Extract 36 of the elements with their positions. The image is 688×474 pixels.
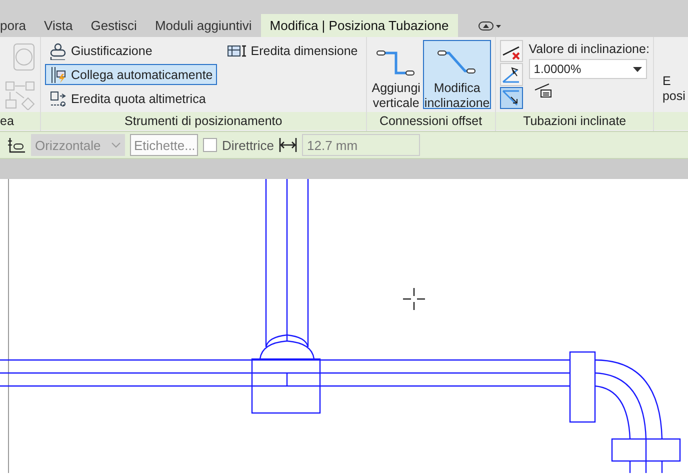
panel-label: Strumenti di posizionamento (41, 112, 366, 130)
ribbon-tab[interactable]: Moduli aggiuntivi (146, 14, 261, 37)
slope-value-label: Valore di inclinazione: (528, 42, 650, 56)
diameter-icon (279, 137, 298, 153)
elevation-tool-icon (49, 90, 67, 108)
dropdown-arrow-icon (632, 66, 642, 72)
ribbon-toggle-icon (478, 20, 502, 32)
tool-button[interactable]: Collega automaticamente (45, 64, 217, 85)
autoconnect-tool-icon (49, 66, 67, 84)
slope-up-button[interactable] (500, 63, 523, 86)
diameter-field[interactable]: 12.7 mm (302, 134, 420, 156)
tool-button[interactable]: Eredita quota altimetrica (45, 88, 217, 109)
large-tool-button[interactable]: Aggiungi verticale (370, 40, 422, 109)
panel-label: Tubazioni inclinate (496, 112, 654, 130)
leader-checkbox[interactable] (203, 138, 217, 152)
cut-button-label[interactable]: E posi (658, 40, 686, 109)
justify-tool-icon (49, 42, 67, 60)
no-slope-button[interactable] (500, 40, 523, 62)
slope-value-dropdown[interactable]: 1.0000% (528, 59, 647, 79)
slope-down-button[interactable] (500, 86, 523, 109)
chevron-down-icon (111, 142, 121, 148)
tag-field[interactable]: Etichette... (130, 134, 198, 156)
ribbon-tab[interactable]: pora (0, 14, 36, 37)
table-size-icon (226, 44, 247, 58)
panel-label: ea (0, 112, 40, 130)
ribbon-tab[interactable]: Gestisci (82, 14, 146, 37)
ribbon-tab[interactable]: Vista (35, 14, 82, 37)
placement-icon (8, 137, 26, 153)
slope-annotation-icon (532, 82, 553, 98)
ribbon-tab[interactable]: Modifica | Posiziona Tubazione (260, 14, 458, 37)
leader-label: Direttrice (222, 138, 274, 152)
panel-label: Connessioni offset (366, 112, 495, 130)
inherit-size-button[interactable]: Eredita dimensione (222, 40, 362, 62)
crosshair-cursor-icon (402, 288, 426, 310)
large-tool-button[interactable]: Modifica inclinazione (423, 40, 491, 109)
tool-button[interactable]: Giustificazione (45, 40, 217, 61)
